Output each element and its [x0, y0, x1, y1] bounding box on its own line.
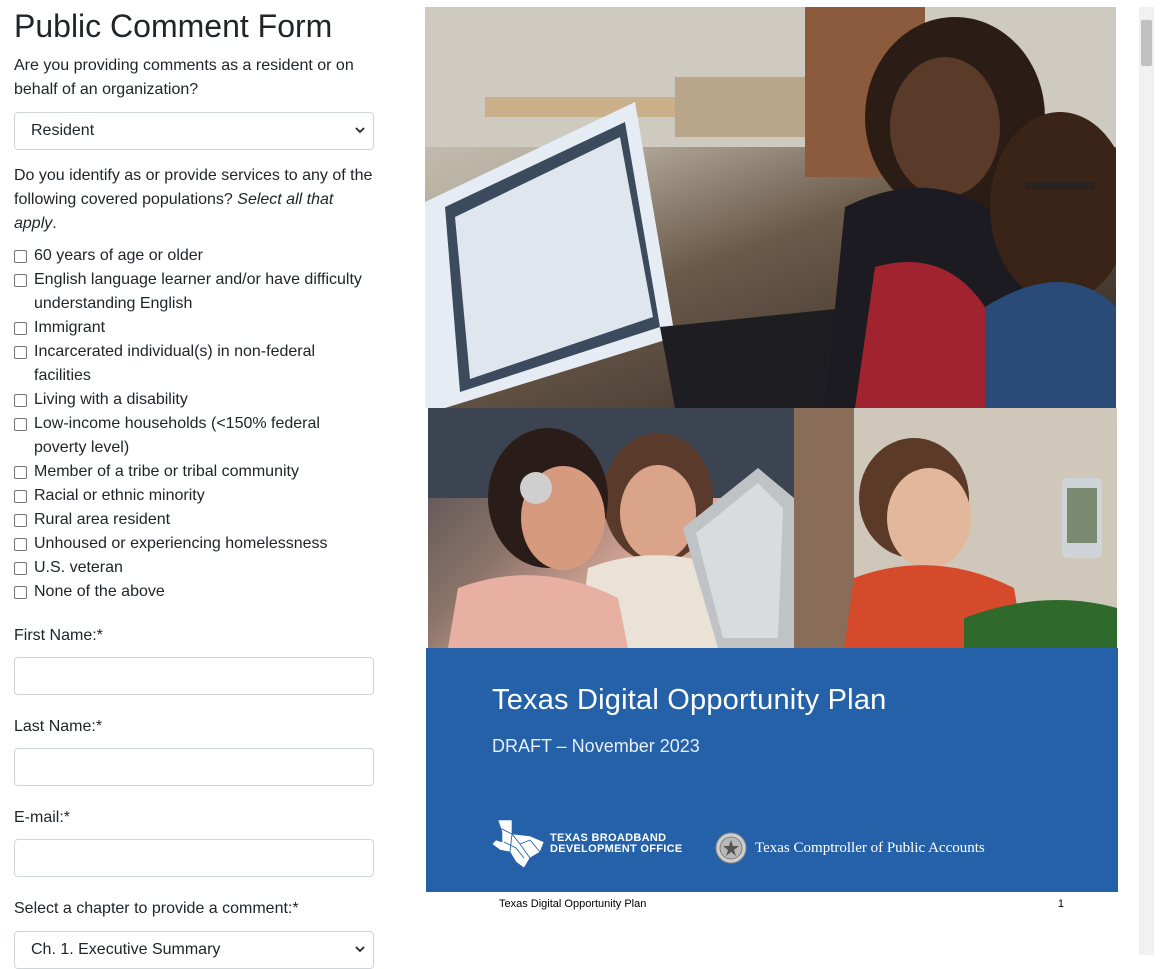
texas-map-logo-icon	[491, 819, 545, 869]
scrollbar[interactable]	[1139, 7, 1154, 955]
cpa-logo: Texas Comptroller of Public Accounts	[715, 832, 985, 864]
cpa-name: Texas Comptroller of Public Accounts	[755, 839, 985, 856]
page-title: Public Comment Form	[14, 8, 333, 44]
population-label: Living with a disability	[34, 391, 188, 408]
population-label: Unhoused or experiencing homelessness	[34, 535, 328, 552]
chapter-select-value: Ch. 1. Executive Summary	[31, 941, 221, 958]
population-label: 60 years of age or older	[34, 247, 203, 264]
population-option[interactable]: 60 years of age or older	[14, 244, 376, 268]
populations-question: Do you identify as or provide services t…	[14, 164, 376, 236]
last-name-label: Last Name:*	[14, 718, 103, 735]
cover-photo-family	[794, 408, 1117, 648]
last-name-field[interactable]	[14, 748, 374, 786]
cover-photo-office-art	[425, 7, 1116, 408]
cover-title: Texas Digital Opportunity Plan	[492, 684, 887, 716]
email-field[interactable]	[14, 839, 374, 877]
checkbox[interactable]	[14, 466, 27, 479]
document-footer: Texas Digital Opportunity Plan 1	[499, 898, 1064, 910]
chevron-down-icon	[355, 127, 365, 134]
cover-banner: Texas Digital Opportunity Plan DRAFT – N…	[426, 648, 1118, 892]
population-label: None of the above	[34, 583, 165, 600]
population-option[interactable]: Low-income households (<150% federal pov…	[14, 412, 376, 460]
population-option[interactable]: Living with a disability	[14, 388, 376, 412]
population-option[interactable]: Rural area resident	[14, 508, 376, 532]
checkbox[interactable]	[14, 346, 27, 359]
email-label: E-mail:*	[14, 809, 71, 826]
state-seal-icon	[715, 832, 747, 864]
footer-title: Texas Digital Opportunity Plan	[499, 898, 647, 910]
checkbox[interactable]	[14, 490, 27, 503]
checkbox[interactable]	[14, 514, 27, 527]
tbdo-line-2: DEVELOPMENT OFFICE	[550, 843, 683, 855]
checkbox[interactable]	[14, 562, 27, 575]
population-label: Racial or ethnic minority	[34, 487, 205, 504]
scrollbar-thumb[interactable]	[1141, 20, 1152, 66]
checkbox[interactable]	[14, 250, 27, 263]
cover-subtitle: DRAFT – November 2023	[492, 736, 700, 756]
document-preview[interactable]: Texas Digital Opportunity Plan DRAFT – N…	[425, 7, 1118, 955]
population-option[interactable]: None of the above	[14, 580, 376, 604]
cover-photo-office	[425, 7, 1116, 408]
checkbox[interactable]	[14, 394, 27, 407]
population-label: U.S. veteran	[34, 559, 123, 576]
cover-photo-family-art	[794, 408, 1117, 648]
population-label: Incarcerated individual(s) in non-federa…	[34, 343, 316, 384]
checkbox[interactable]	[14, 322, 27, 335]
population-option[interactable]: Member of a tribe or tribal community	[14, 460, 376, 484]
tbdo-name: TEXAS BROADBAND DEVELOPMENT OFFICE	[550, 833, 683, 855]
population-option[interactable]: Incarcerated individual(s) in non-federa…	[14, 340, 376, 388]
population-option[interactable]: Unhoused or experiencing homelessness	[14, 532, 376, 556]
population-option[interactable]: Immigrant	[14, 316, 376, 340]
tbdo-logo: TEXAS BROADBAND DEVELOPMENT OFFICE	[490, 818, 683, 870]
first-name-label: First Name:*	[14, 627, 103, 644]
cover-photo-students	[428, 408, 794, 648]
population-label: Low-income households (<150% federal pov…	[34, 415, 320, 456]
checkbox[interactable]	[14, 586, 27, 599]
checkbox[interactable]	[14, 538, 27, 551]
first-name-field[interactable]	[14, 657, 374, 695]
population-label: Member of a tribe or tribal community	[34, 463, 299, 480]
role-select-value: Resident	[31, 122, 95, 139]
checkbox[interactable]	[14, 274, 27, 287]
population-label: Rural area resident	[34, 511, 171, 528]
role-select[interactable]: Resident	[14, 112, 374, 150]
chapter-select[interactable]: Ch. 1. Executive Summary	[14, 931, 374, 969]
population-option[interactable]: U.S. veteran	[14, 556, 376, 580]
chevron-down-icon	[355, 946, 365, 953]
checkbox[interactable]	[14, 418, 27, 431]
chapter-label: Select a chapter to provide a comment:*	[14, 900, 299, 917]
populations-question-end: .	[52, 215, 57, 232]
population-label: English language learner and/or have dif…	[34, 271, 362, 312]
population-option[interactable]: English language learner and/or have dif…	[14, 268, 376, 316]
role-question: Are you providing comments as a resident…	[14, 57, 354, 98]
population-label: Immigrant	[34, 319, 106, 336]
populations-checklist: 60 years of age or older English languag…	[14, 244, 376, 604]
population-option[interactable]: Racial or ethnic minority	[14, 484, 376, 508]
public-comment-form: Public Comment Form Are you providing co…	[14, 0, 376, 969]
page-number: 1	[1057, 898, 1064, 910]
cover-photo-students-art	[428, 408, 794, 648]
